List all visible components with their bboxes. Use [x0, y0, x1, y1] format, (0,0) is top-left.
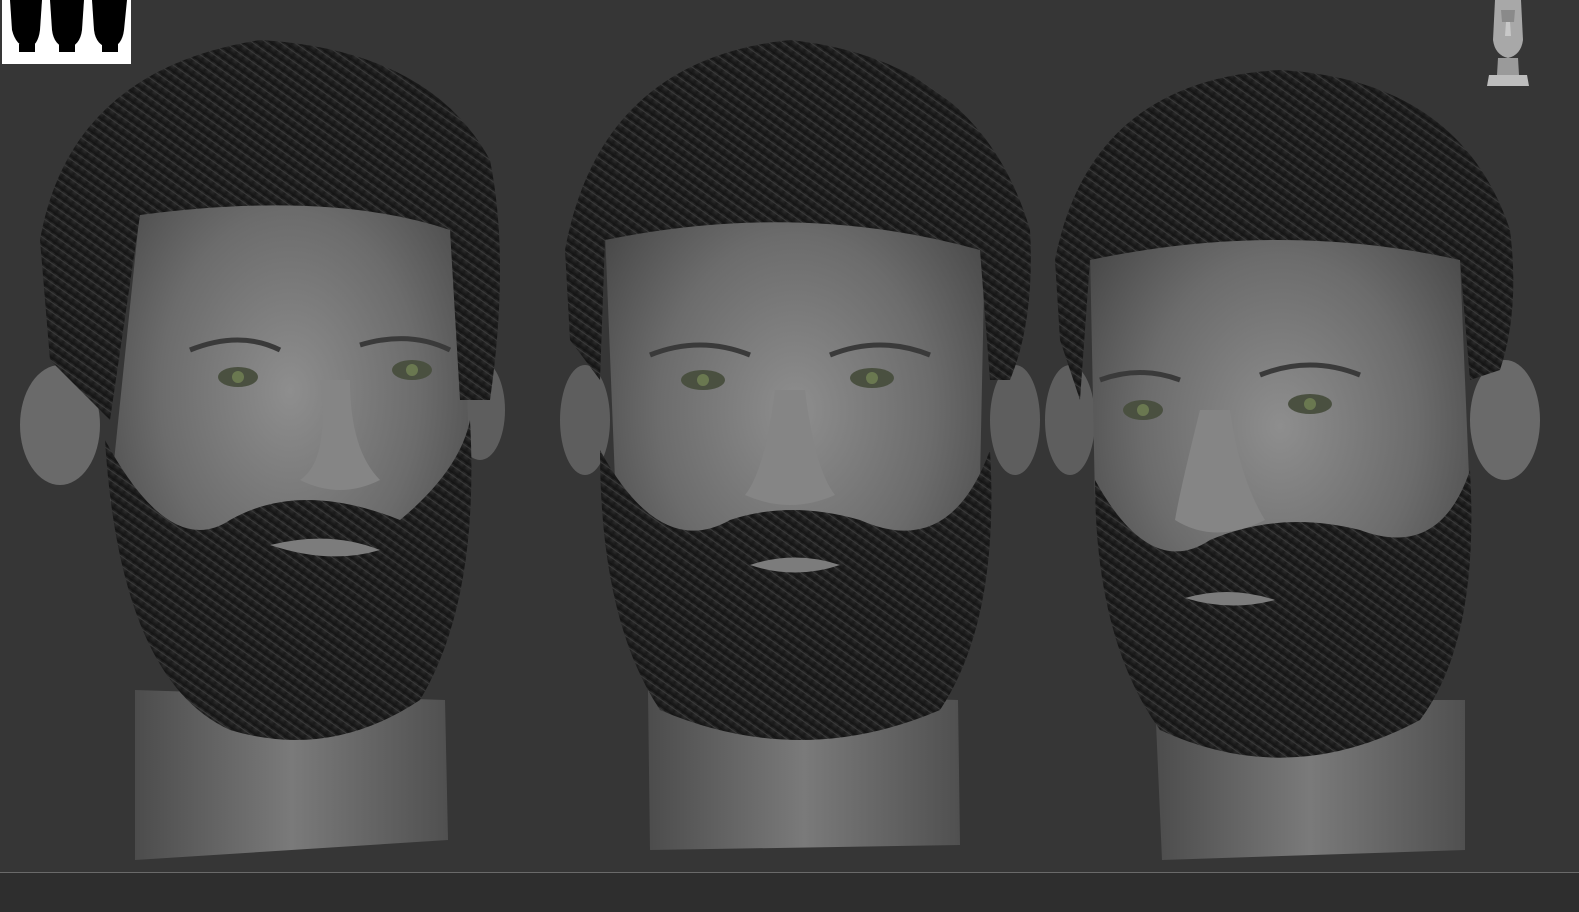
- bottom-shelf: [0, 873, 1579, 912]
- silhouette-views-thumbnail[interactable]: [2, 0, 131, 64]
- head-render-left: [20, 40, 505, 860]
- head-render-front: [560, 40, 1040, 850]
- head-navigation-gizmo-icon[interactable]: [1483, 0, 1533, 90]
- sculpt-viewport[interactable]: [0, 0, 1579, 873]
- head-render-right: [1045, 70, 1540, 860]
- silhouette-heads-icon: [10, 0, 127, 52]
